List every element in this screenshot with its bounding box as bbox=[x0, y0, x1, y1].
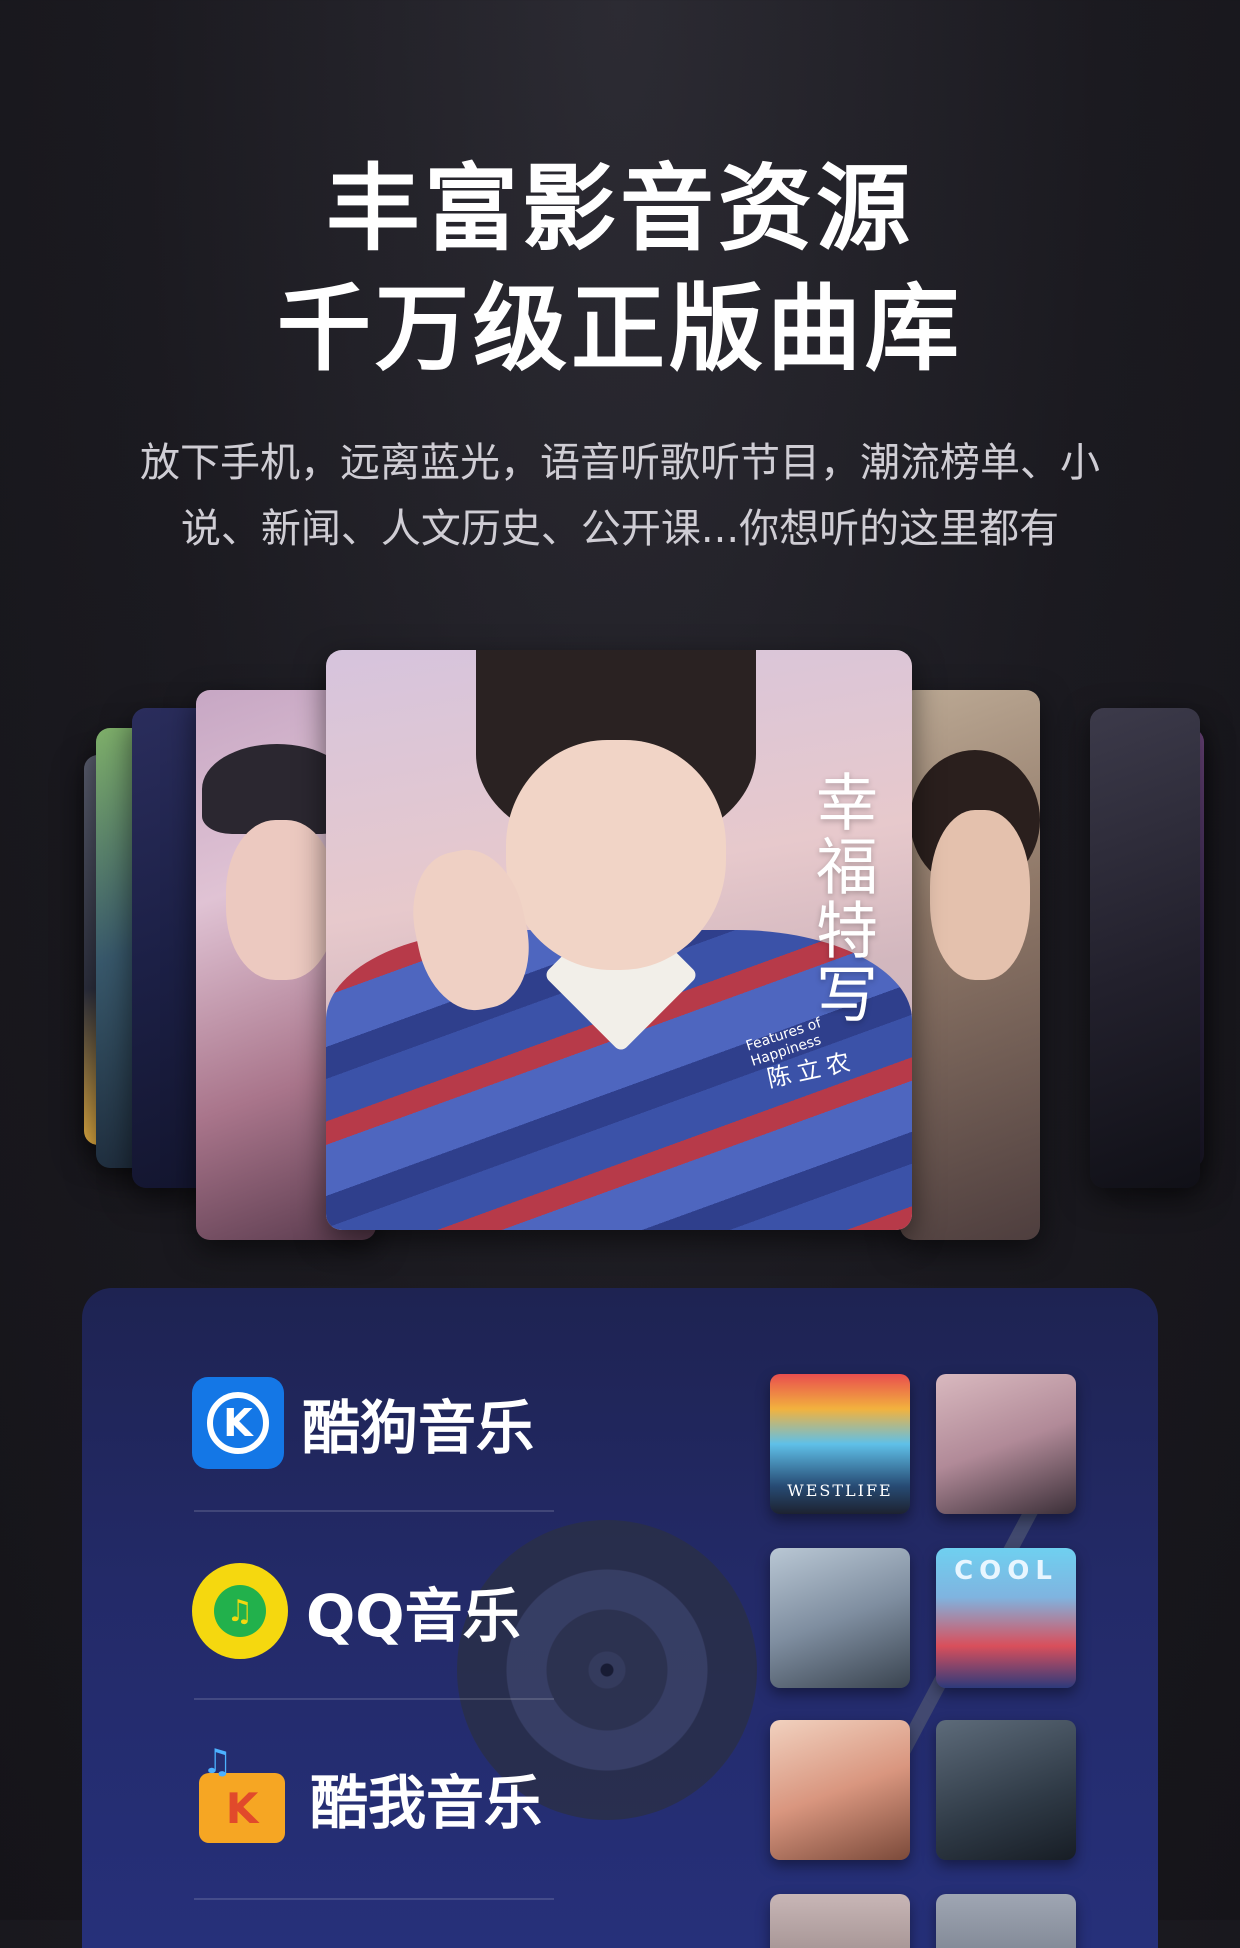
divider bbox=[194, 1698, 554, 1700]
headline: 丰富影音资源 千万级正版曲库 bbox=[0, 150, 1240, 390]
kuwo-logo-icon: ♫ K bbox=[192, 1742, 292, 1848]
headline-line-2: 千万级正版曲库 bbox=[276, 275, 963, 384]
qq-music-logo-icon: ♫ bbox=[192, 1563, 288, 1659]
service-kugou[interactable]: K 酷狗音乐 bbox=[192, 1368, 572, 1478]
subtitle-line-1: 放下手机，远离蓝光，语音听歌听节目，潮流榜单、小 bbox=[140, 440, 1100, 486]
album-thumbnail[interactable] bbox=[936, 1894, 1076, 1948]
album-card-featured[interactable]: 幸福特写 Features of Happiness 陈立农 bbox=[326, 650, 912, 1230]
album-thumbnail[interactable]: COOL bbox=[936, 1548, 1076, 1688]
service-kuwo[interactable]: ♫ K 酷我音乐 bbox=[192, 1742, 572, 1853]
album-thumbnail[interactable] bbox=[770, 1894, 910, 1948]
album-thumbnail[interactable] bbox=[770, 1548, 910, 1688]
album-carousel[interactable]: 幸福特写 Features of Happiness 陈立农 bbox=[0, 640, 1240, 1260]
music-services-panel: K 酷狗音乐 ♫ QQ音乐 ♫ K 酷我音乐 WESTLIFE COOL bbox=[82, 1288, 1158, 1948]
divider bbox=[194, 1898, 554, 1900]
divider bbox=[194, 1510, 554, 1512]
service-name-kugou: 酷狗音乐 bbox=[302, 1394, 535, 1462]
album-card-right-2[interactable] bbox=[1090, 708, 1200, 1188]
service-name-kuwo: 酷我音乐 bbox=[310, 1769, 543, 1837]
service-name-qq-music: QQ音乐 bbox=[306, 1582, 521, 1650]
album-art-face bbox=[930, 810, 1030, 980]
headline-line-1: 丰富影音资源 bbox=[325, 155, 914, 264]
album-thumbnail[interactable] bbox=[936, 1374, 1076, 1514]
service-qq-music[interactable]: ♫ QQ音乐 bbox=[192, 1556, 572, 1666]
album-thumbnail[interactable] bbox=[770, 1720, 910, 1860]
album-thumbnail-label: COOL bbox=[954, 1556, 1058, 1586]
subtitle-line-2: 说、新闻、人文历史、公开课...你想听的这里都有 bbox=[180, 506, 1060, 552]
album-thumbnail[interactable]: WESTLIFE bbox=[770, 1374, 910, 1514]
subtitle: 放下手机，远离蓝光，语音听歌听节目，潮流榜单、小 说、新闻、人文历史、公开课..… bbox=[90, 430, 1150, 562]
album-thumbnail-label: WESTLIFE bbox=[787, 1481, 893, 1500]
album-thumbnail[interactable] bbox=[936, 1720, 1076, 1860]
kugou-logo-icon: K bbox=[192, 1377, 284, 1469]
album-card-right-1[interactable] bbox=[900, 690, 1040, 1240]
album-title: 幸福特写 bbox=[805, 770, 878, 1026]
album-art-face bbox=[506, 740, 726, 970]
album-art-face bbox=[226, 820, 336, 980]
